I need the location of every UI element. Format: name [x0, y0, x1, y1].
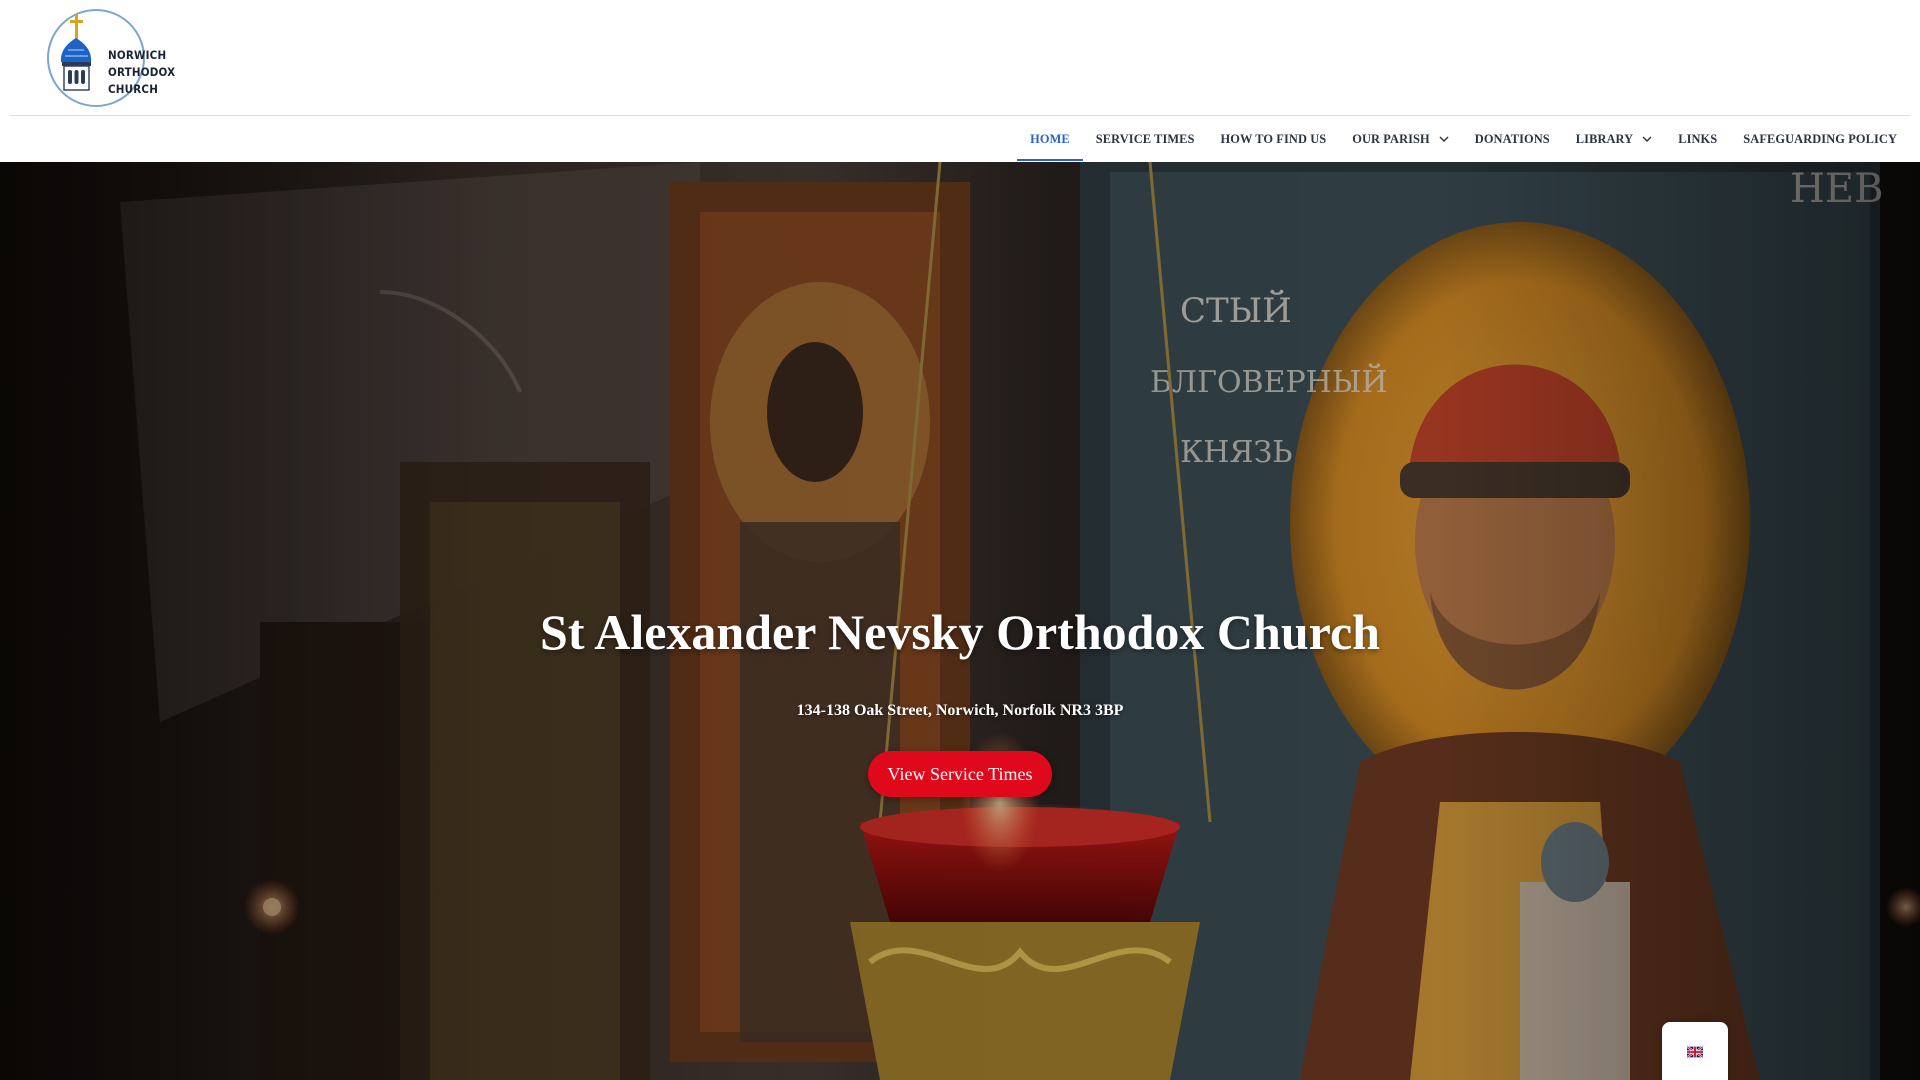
main-navigation: HOME SERVICE TIMES HOW TO FIND US OUR PA… — [10, 117, 1910, 161]
nav-item-our-parish[interactable]: OUR PARISH — [1339, 117, 1462, 161]
nav-item-label: HOW TO FIND US — [1220, 131, 1327, 146]
nav-item-how-to-find-us[interactable]: HOW TO FIND US — [1208, 117, 1340, 161]
uk-flag-icon — [1687, 1046, 1703, 1058]
nav-item-safeguarding-policy[interactable]: SAFEGUARDING POLICY — [1730, 117, 1910, 161]
logo-text: NORWICH ORTHODOX CHURCH — [108, 47, 188, 98]
nav-item-links[interactable]: LINKS — [1665, 117, 1730, 161]
view-service-times-button[interactable]: View Service Times — [868, 751, 1052, 797]
site-header: NORWICH ORTHODOX CHURCH — [10, 0, 1910, 116]
church-address: 134-138 Oak Street, Norwich, Norfolk NR3… — [796, 702, 1124, 719]
hero-section: СТЫЙ БЛГОВЕРНЫЙ КНЯЗЬ НЕВ St Alexander N… — [0, 162, 1920, 1080]
hero-title: St Alexander Nevsky Orthodox Church — [540, 604, 1380, 660]
nav-item-label: DONATIONS — [1474, 131, 1550, 146]
logo-line-2: ORTHODOX — [108, 65, 176, 79]
language-switcher[interactable] — [1662, 1022, 1728, 1080]
nav-item-donations[interactable]: DONATIONS — [1462, 117, 1563, 161]
chevron-down-icon — [1439, 135, 1449, 143]
chevron-down-icon — [1642, 135, 1652, 143]
nav-item-home[interactable]: HOME — [1017, 117, 1083, 161]
nav-item-label: HOME — [1030, 131, 1070, 146]
site-logo[interactable]: NORWICH ORTHODOX CHURCH — [44, 6, 184, 110]
nav-item-label: OUR PARISH — [1352, 131, 1430, 146]
nav-item-library[interactable]: LIBRARY — [1563, 117, 1665, 161]
nav-item-label: LINKS — [1678, 131, 1718, 146]
nav-item-label: LIBRARY — [1575, 131, 1634, 146]
nav-menu: HOME SERVICE TIMES HOW TO FIND US OUR PA… — [1017, 117, 1910, 161]
logo-line-1: NORWICH — [108, 48, 167, 62]
nav-item-label: SERVICE TIMES — [1095, 131, 1195, 146]
logo-line-3: CHURCH — [108, 82, 159, 96]
nav-item-label: SAFEGUARDING POLICY — [1743, 131, 1897, 146]
nav-item-service-times[interactable]: SERVICE TIMES — [1083, 117, 1208, 161]
